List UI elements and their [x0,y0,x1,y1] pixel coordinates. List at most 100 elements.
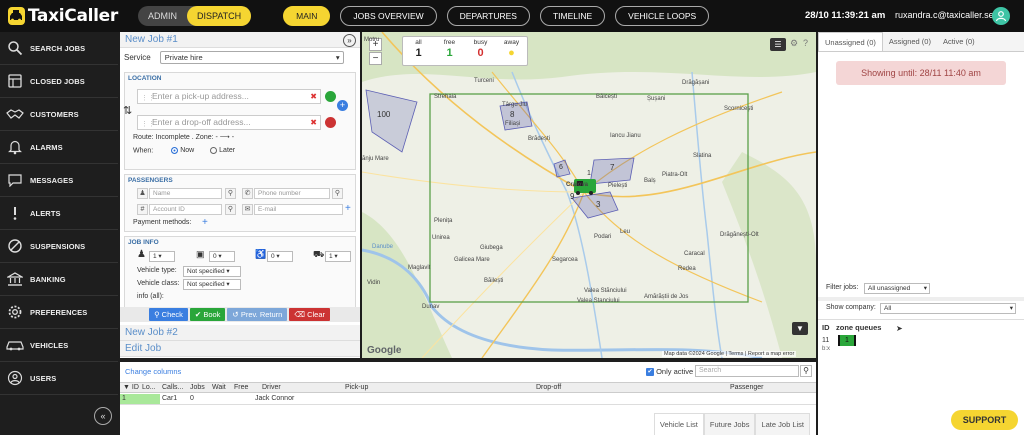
column-header[interactable]: Pick-up [345,384,368,391]
support-button[interactable]: SUPPORT [951,410,1018,430]
check-button[interactable]: ⚲ Check [149,308,188,321]
clear-button[interactable]: ⌫ Clear [289,308,330,321]
help-icon[interactable]: ? [803,38,808,48]
status-free[interactable]: free 1 [434,37,465,65]
nav-vehicle-loops-button[interactable]: VEHICLE LOOPS [615,6,710,26]
filter-button[interactable]: ▼ [792,322,808,335]
column-header[interactable]: Wait [212,384,226,391]
expand-icon[interactable]: » [343,34,356,47]
email-input[interactable]: E-mail [254,204,343,215]
vehicle-count-select[interactable]: 1 ▾ [325,251,351,262]
name-input[interactable]: Name [149,188,222,199]
tab-assigned[interactable]: Assigned (0) [883,32,937,51]
filter-jobs-select[interactable]: All unassigned ▾ [864,283,930,294]
sidebar-item-vehicles[interactable]: VEHICLES [0,329,118,362]
status-busy[interactable]: busy 0 [465,37,496,65]
search-icon[interactable]: ⚲ [225,188,236,199]
zoom-out-button[interactable]: − [369,52,382,65]
search-icon[interactable]: ⚲ [332,188,343,199]
vehicle-class-select[interactable]: Not specified ▾ [183,279,241,290]
account-id-input[interactable]: Account ID [149,204,222,215]
book-button[interactable]: ✔ Book [189,308,226,321]
panel-divider[interactable] [818,297,1024,301]
user-email[interactable]: ruxandra.c@taxicaller.se [895,10,994,20]
sidebar-item-alerts[interactable]: ALERTS [0,197,118,230]
settings-icon[interactable]: ⚙ [790,38,798,49]
only-active-checkbox[interactable]: ✔ Only active [646,367,693,377]
column-header[interactable]: Lo... [142,384,156,391]
avatar[interactable] [992,7,1010,25]
service-select[interactable]: Private hire ▾ [159,50,344,64]
showing-until-banner[interactable]: Showing until: 28/11 11:40 am [836,61,1006,85]
add-stop-icon[interactable]: + [337,100,348,111]
nav-departures-button[interactable]: DEPARTURES [446,6,530,26]
when-now-radio[interactable]: Now [171,147,194,154]
tab-active[interactable]: Active (0) [937,32,981,51]
column-header[interactable]: Jobs [190,384,205,391]
when-later-radio[interactable]: Later [210,147,235,154]
job-tab-1[interactable]: New Job #1 » [120,32,360,48]
tab-late-job-list[interactable]: Late Job List [755,413,810,435]
clear-dropoff-icon[interactable]: ✖ [310,116,317,129]
tab-vehicle-list[interactable]: Vehicle List [653,413,704,435]
column-header[interactable]: Calls... [162,384,183,391]
column-header[interactable]: ▼ ID [123,384,139,391]
sidebar-item-users[interactable]: USERS [0,362,118,395]
nav-timeline-button[interactable]: TIMELINE [539,6,606,26]
status-all[interactable]: all 1 [403,37,434,65]
mode-admin-button[interactable]: ADMIN [138,6,187,26]
sidebar-item-messages[interactable]: MESSAGES [0,164,118,197]
add-payment-icon[interactable]: + [202,217,208,228]
tab-future-jobs[interactable]: Future Jobs [703,413,756,435]
phone-input[interactable]: Phone number [254,188,330,199]
clear-pickup-icon[interactable]: ✖ [310,90,317,103]
pickup-input[interactable]: ⋮⋮ Enter a pick-up address... ✖ [137,89,321,104]
search-icon[interactable]: ⚲ [225,204,236,215]
mode-dispatch-button[interactable]: DISPATCH [187,6,252,26]
add-passenger-icon[interactable]: + [345,203,351,214]
wheelchair-count-select[interactable]: 0 ▾ [267,251,293,262]
prev-return-button[interactable]: ↺ Prev. Return [227,308,288,321]
edit-job-tab[interactable]: Edit Job [120,341,360,357]
map-attribution[interactable]: Map data ©2024 Google | Terms | Report a… [662,351,797,357]
column-header[interactable]: Drop-off [536,384,561,391]
company-select[interactable]: All ▾ [880,303,1016,314]
mode-toggle[interactable]: ADMIN DISPATCH [138,6,252,26]
nav-main-button[interactable]: MAIN [283,6,331,26]
drag-handle-icon[interactable]: ⋮⋮ [141,118,155,131]
column-header[interactable]: Passenger [730,384,763,391]
swap-addresses-icon[interactable]: ⇅ [123,104,132,117]
pickup-flag-icon[interactable] [325,91,336,102]
map[interactable]: + − all 1 free 1 busy 0 away ● ☰ ⚙ ? ▼ 100 8… [362,32,816,358]
nav-jobs-overview-button[interactable]: JOBS OVERVIEW [340,6,437,26]
dropoff-input[interactable]: ⋮⋮ Enter a drop-off address... ✖ [137,115,321,130]
vehicle-search-input[interactable]: Search [695,365,799,377]
place-label: Târgu Jiu [502,102,528,108]
column-header[interactable]: Driver [262,384,281,391]
sidebar-item-banking[interactable]: BANKING [0,263,118,296]
tab-unassigned[interactable]: Unassigned (0) [818,32,883,51]
sidebar-item-closed-jobs[interactable]: CLOSED JOBS [0,65,118,98]
dropoff-flag-icon[interactable] [325,117,336,128]
status-away[interactable]: away ● [496,37,527,65]
sidebar-item-suspensions[interactable]: SUSPENSIONS [0,230,118,263]
change-columns-link[interactable]: Change columns [125,367,181,376]
collapse-sidebar-button[interactable]: « [94,407,112,425]
sidebar-item-preferences[interactable]: PREFERENCES [0,296,118,329]
sidebar-item-search-jobs[interactable]: SEARCH JOBS [0,32,118,65]
sidebar-item-customers[interactable]: CUSTOMERS [0,98,118,131]
drag-handle-icon[interactable]: ⋮⋮ [141,92,155,105]
table-row[interactable]: 1 Car1 0 Jack Connor [120,394,816,405]
search-icon[interactable]: ⚲ [800,365,812,377]
luggage-count-select[interactable]: 0 ▾ [209,251,235,262]
job-tab-2[interactable]: New Job #2 [120,325,360,341]
map-layers-button[interactable]: ☰ [770,38,786,51]
vehicle-type-select[interactable]: Not specified ▾ [183,266,241,277]
search-icon: ⚲ [154,310,160,319]
sidebar-item-alarms[interactable]: ALARMS [0,131,118,164]
zone-label: 7 [610,163,615,172]
passenger-count-select[interactable]: 1 ▾ [149,251,175,262]
column-header[interactable]: Free [234,384,248,391]
info-label: info (all): [137,293,164,300]
queue-count-badge[interactable]: 1 [838,335,856,346]
